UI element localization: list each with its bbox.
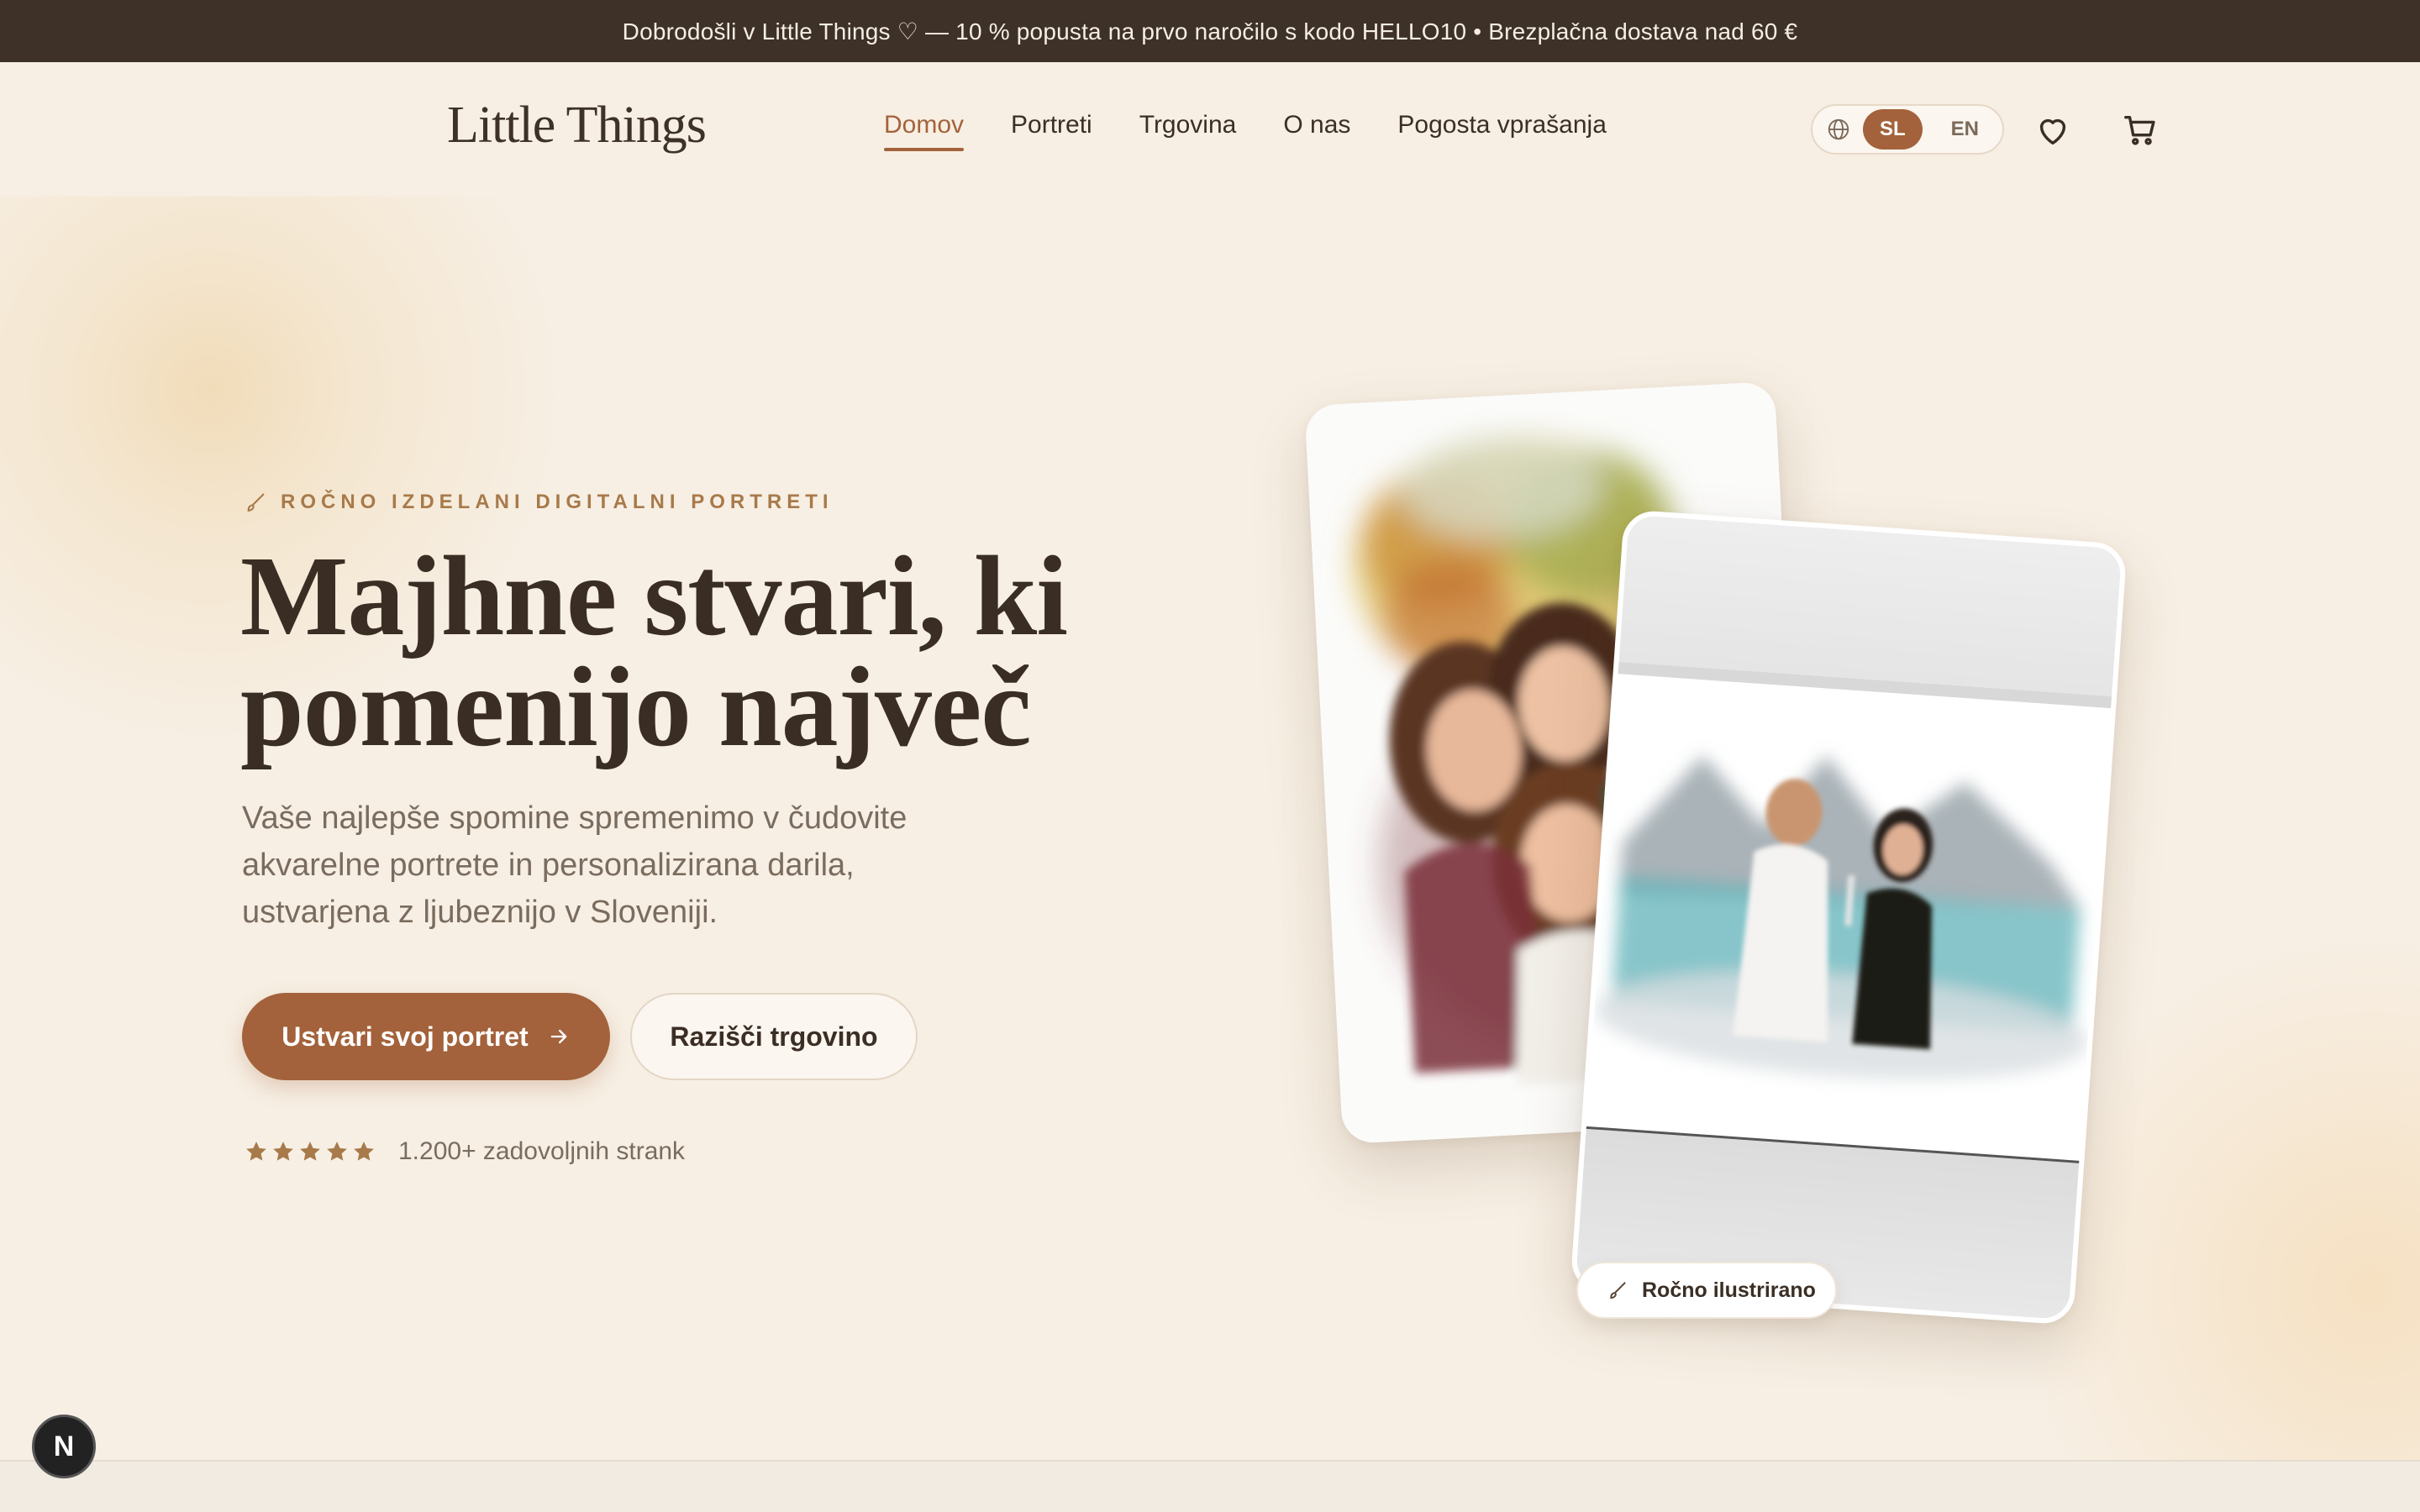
badge-text: Ročno ilustrirano <box>1642 1278 1816 1302</box>
nav-portraits[interactable]: Portreti <box>1011 111 1092 151</box>
star-icon <box>324 1139 350 1164</box>
announcement-text: Dobrodošli v Little Things ♡ — 10 % popu… <box>622 18 1798 45</box>
headline-line-2: pomenijo največ <box>240 644 1032 770</box>
dev-tools-label: N <box>53 1430 75 1462</box>
headline-line-1: Majhne stvari, ki <box>240 533 1068 659</box>
watercolor-couple-portrait <box>1586 674 2112 1171</box>
nav-about[interactable]: O nas <box>1283 111 1350 151</box>
star-icon <box>244 1139 269 1164</box>
rating-text: 1.200+ zadovoljnih strank <box>398 1137 686 1165</box>
create-portrait-label: Ustvari svoj portret <box>281 1021 529 1052</box>
hero-eyebrow: ROČNO IZDELANI DIGITALNI PORTRETI <box>244 491 834 514</box>
star-icon <box>351 1139 376 1164</box>
language-option-en[interactable]: EN <box>1934 109 1996 150</box>
heart-icon[interactable] <box>2033 111 2072 150</box>
explore-shop-button[interactable]: Razišči trgovino <box>630 993 918 1080</box>
rating-stars <box>244 1139 376 1164</box>
star-icon <box>297 1139 323 1164</box>
hero-subtitle: Vaše najlepše spomine spremenimo v čudov… <box>242 801 908 930</box>
language-option-sl[interactable]: SL <box>1863 109 1923 150</box>
explore-shop-label: Razišči trgovino <box>670 1021 878 1052</box>
globe-icon <box>1826 117 1851 142</box>
site-logo[interactable]: Little Things <box>447 96 707 155</box>
cart-icon[interactable] <box>2121 111 2160 150</box>
nav-home[interactable]: Domov <box>884 111 965 151</box>
hand-illustrated-badge: Ročno ilustrirano <box>1576 1262 1837 1319</box>
main-nav: Domov Portreti Trgovina O nas Pogosta vp… <box>884 111 1607 151</box>
section-divider <box>0 1460 2420 1512</box>
announcement-bar: Dobrodošli v Little Things ♡ — 10 % popu… <box>0 0 2420 62</box>
hero-headline: Majhne stvari, ki pomenijo največ <box>240 539 1165 764</box>
nav-faq[interactable]: Pogosta vprašanja <box>1397 111 1607 151</box>
language-switcher: SL EN <box>1811 104 2004 155</box>
nav-shop[interactable]: Trgovina <box>1139 111 1237 151</box>
arrow-right-icon <box>547 1025 571 1048</box>
brush-icon <box>244 491 267 514</box>
eyebrow-text: ROČNO IZDELANI DIGITALNI PORTRETI <box>281 491 834 513</box>
dev-tools-button[interactable]: N <box>32 1415 96 1478</box>
portrait-card-couple <box>1570 509 2128 1326</box>
create-portrait-button[interactable]: Ustvari svoj portret <box>242 993 610 1080</box>
brush-icon <box>1607 1279 1628 1301</box>
customer-rating: 1.200+ zadovoljnih strank <box>244 1137 685 1166</box>
site-header: Little Things Domov Portreti Trgovina O … <box>0 62 2420 197</box>
star-icon <box>271 1139 296 1164</box>
